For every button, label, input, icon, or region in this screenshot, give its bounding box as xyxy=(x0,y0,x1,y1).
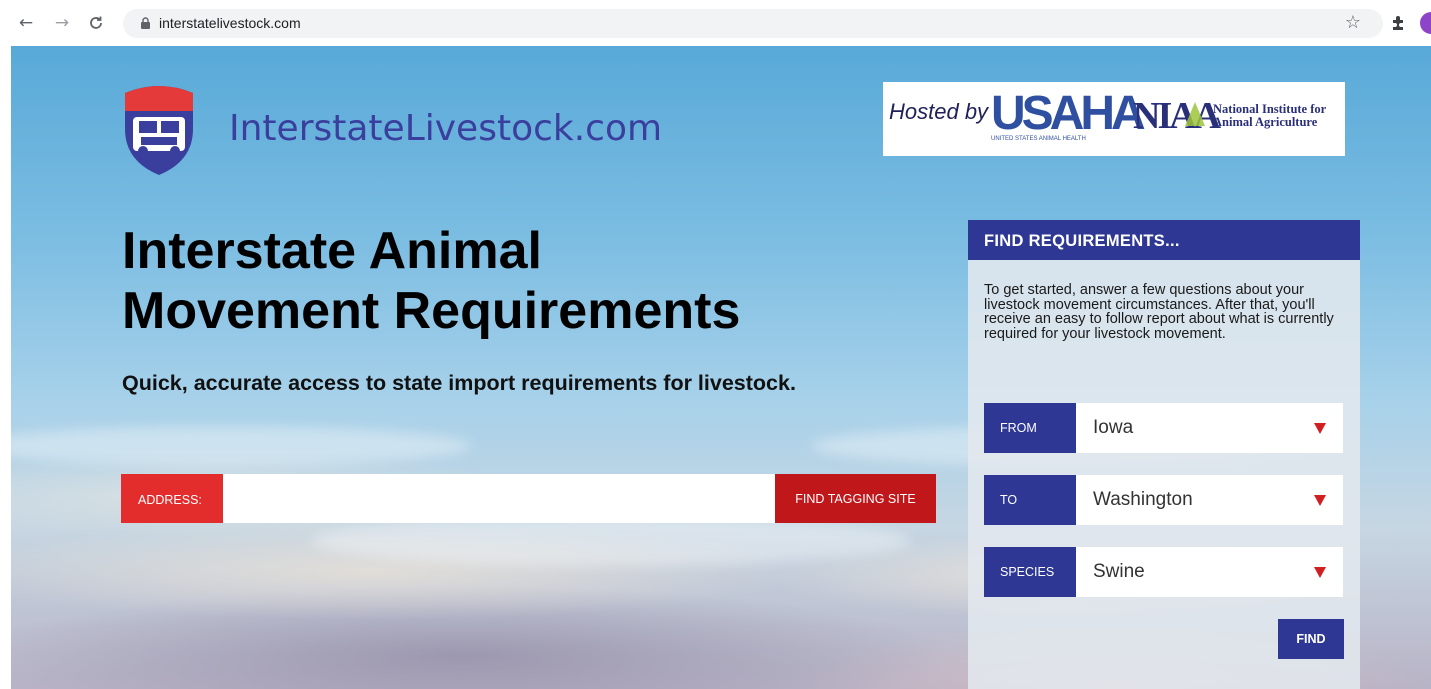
species-select-value: Swine xyxy=(1093,561,1145,582)
truck-shield-logo-icon xyxy=(125,86,193,175)
hero-section: InterstateLivestock.com Hosted by USAHA … xyxy=(11,46,1431,689)
to-select-row: TO Washington xyxy=(984,475,1343,525)
niaa-accent-icon xyxy=(1185,102,1205,126)
species-label: SPECIES xyxy=(984,547,1076,597)
to-select-value: Washington xyxy=(1093,489,1193,510)
hosted-by-banner[interactable]: Hosted by USAHA UNITED STATES ANIMAL HEA… xyxy=(883,82,1345,156)
panel-description: To get started, answer a few questions a… xyxy=(984,282,1334,342)
back-arrow-icon[interactable]: ← xyxy=(16,13,36,33)
cloud-decoration xyxy=(311,516,911,566)
from-label: FROM xyxy=(984,403,1076,453)
dropdown-arrow-icon xyxy=(1314,423,1326,434)
extensions-puzzle-icon[interactable] xyxy=(1390,14,1408,32)
page-title-line1: Interstate Animal xyxy=(122,222,542,280)
page-subtitle: Quick, accurate access to state import r… xyxy=(122,371,796,395)
species-select-row: SPECIES Swine xyxy=(984,547,1343,597)
lock-icon xyxy=(141,17,150,29)
page-title-line2: Movement Requirements xyxy=(122,282,741,340)
panel-title: FIND REQUIREMENTS... xyxy=(968,220,1360,260)
find-button[interactable]: FIND xyxy=(1278,619,1344,659)
cloud-decoration xyxy=(11,426,471,466)
usaha-logo: USAHA xyxy=(991,87,1146,140)
dropdown-arrow-icon xyxy=(1314,567,1326,578)
browser-toolbar: ← → interstatelivestock.com ☆ xyxy=(0,0,1431,46)
species-select[interactable]: Swine xyxy=(1076,547,1343,597)
from-select[interactable]: Iowa xyxy=(1076,403,1343,453)
find-tagging-site-button[interactable]: FIND TAGGING SITE xyxy=(775,474,936,523)
from-select-row: FROM Iowa xyxy=(984,403,1343,453)
niaa-full-line2: Animal Agriculture xyxy=(1213,115,1318,129)
reload-icon[interactable] xyxy=(86,13,106,33)
dropdown-arrow-icon xyxy=(1314,495,1326,506)
profile-avatar[interactable] xyxy=(1420,12,1431,34)
usaha-subtitle: UNITED STATES ANIMAL HEALTH xyxy=(991,136,1086,142)
site-logo-text[interactable]: InterstateLivestock.com xyxy=(229,108,662,149)
to-select[interactable]: Washington xyxy=(1076,475,1343,525)
url-text: interstatelivestock.com xyxy=(159,15,301,31)
address-bar[interactable]: interstatelivestock.com ☆ xyxy=(123,9,1383,38)
to-label: TO xyxy=(984,475,1076,525)
bookmark-star-icon[interactable]: ☆ xyxy=(1345,12,1361,33)
hosted-by-label: Hosted by xyxy=(889,99,989,124)
niaa-full-name: National Institute for Animal Agricultur… xyxy=(1213,103,1326,129)
forward-arrow-icon[interactable]: → xyxy=(52,13,72,33)
address-label: ADDRESS: xyxy=(121,474,223,523)
find-requirements-panel: FIND REQUIREMENTS... To get started, ans… xyxy=(968,220,1360,689)
from-select-value: Iowa xyxy=(1093,417,1134,438)
page-title: Interstate Animal Movement Requirements xyxy=(122,221,740,341)
address-input[interactable] xyxy=(223,474,775,523)
